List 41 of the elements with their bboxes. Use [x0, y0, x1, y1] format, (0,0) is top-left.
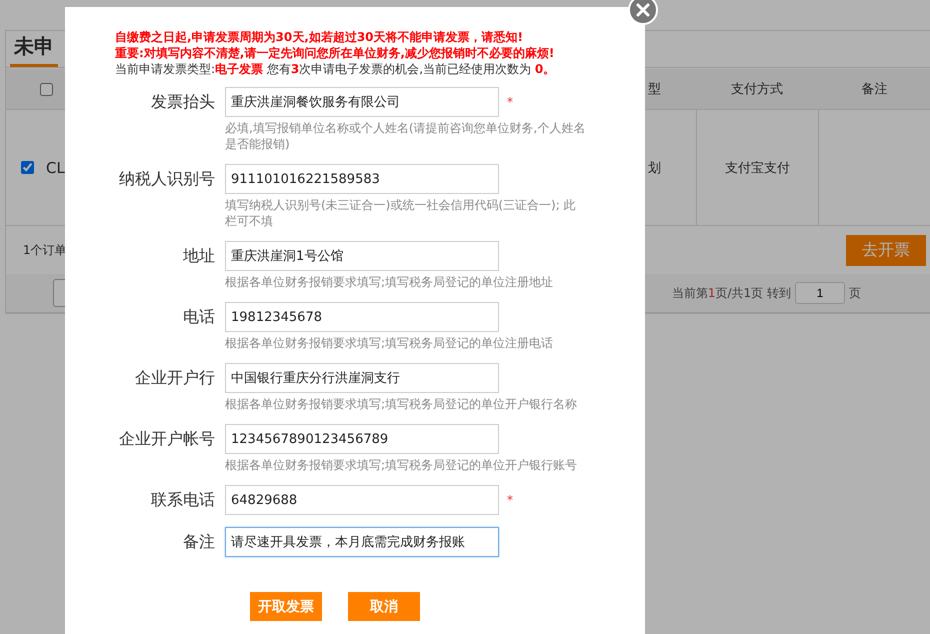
input-field[interactable]: 19812345678	[225, 302, 499, 332]
field-label: 联系电话	[150, 489, 216, 511]
field-hint: 必填,填写报销单位名称或个人姓名(请提前咨询您单位财务,个人姓名是否能报销)	[225, 120, 586, 152]
order-count: 1个订单	[23, 242, 67, 258]
field-label: 企业开户帐号	[118, 428, 216, 450]
table-cell-text: 划	[648, 160, 661, 176]
required-mark: *	[507, 493, 513, 507]
table-cell: CL	[46, 158, 65, 176]
input-field[interactable]: 中国银行重庆分行洪崖洞支行	[225, 363, 499, 393]
column-header: 备注	[862, 81, 888, 98]
field-hint: 根据各单位财务报销要求填写;填写税务局登记的单位注册电话	[225, 335, 554, 351]
input-field[interactable]: 重庆洪崖洞1号公馆	[225, 241, 499, 271]
table-cell-text: 支付宝支付	[725, 160, 790, 176]
input-field[interactable]: 1234567890123456789	[225, 424, 499, 454]
field-label: 纳税人识别号	[118, 168, 216, 190]
pager-button[interactable]	[53, 279, 66, 307]
notice-text: 当前申请发票类型:电子发票 您有3次申请电子发票的机会,当前已经使用次数为 0。	[115, 61, 556, 77]
required-mark: *	[507, 95, 513, 109]
column-header: 型	[648, 81, 661, 98]
field-hint: 根据各单位财务报销要求填写;填写税务局登记的单位开户银行名称	[225, 396, 578, 412]
column-header: 支付方式	[731, 81, 783, 98]
row-checkbox[interactable]	[21, 161, 34, 174]
input-field[interactable]: 64829688	[225, 485, 499, 515]
page-input[interactable]: 1	[795, 282, 845, 304]
input-field[interactable]: 重庆洪崖洞餐饮服务有限公司	[225, 87, 499, 117]
field-label: 电话	[182, 306, 216, 328]
notice-text: 自缴费之日起,申请发票周期为30天,如若超过30天将不能申请发票，请悉知!	[115, 29, 524, 45]
close-icon[interactable]	[628, 0, 658, 25]
field-label: 备注	[182, 531, 216, 553]
page-suffix: 页	[849, 284, 861, 302]
notice-text: 重要:对填写内容不清楚,请一定先询问您所在单位财务,减少您报销时不必要的麻烦!	[115, 45, 556, 61]
page-status: 当前第1页/共1页 转到	[672, 284, 791, 302]
input-field[interactable]: 911101016221589583	[225, 164, 499, 194]
field-label: 发票抬头	[150, 91, 216, 113]
select-all-checkbox[interactable]	[40, 82, 53, 96]
input-field[interactable]: 请尽速开具发票，本月底需完成财务报账	[225, 527, 499, 557]
field-hint: 根据各单位财务报销要求填写;填写税务局登记的单位开户银行账号	[225, 457, 578, 473]
field-hint: 根据各单位财务报销要求填写;填写税务局登记的单位注册地址	[225, 274, 554, 290]
field-hint: 填写纳税人识别号(未三证合一)或统一社会信用代码(三证合一); 此栏可不填	[225, 197, 577, 229]
field-label: 企业开户行	[134, 367, 216, 389]
field-label: 地址	[182, 245, 216, 267]
